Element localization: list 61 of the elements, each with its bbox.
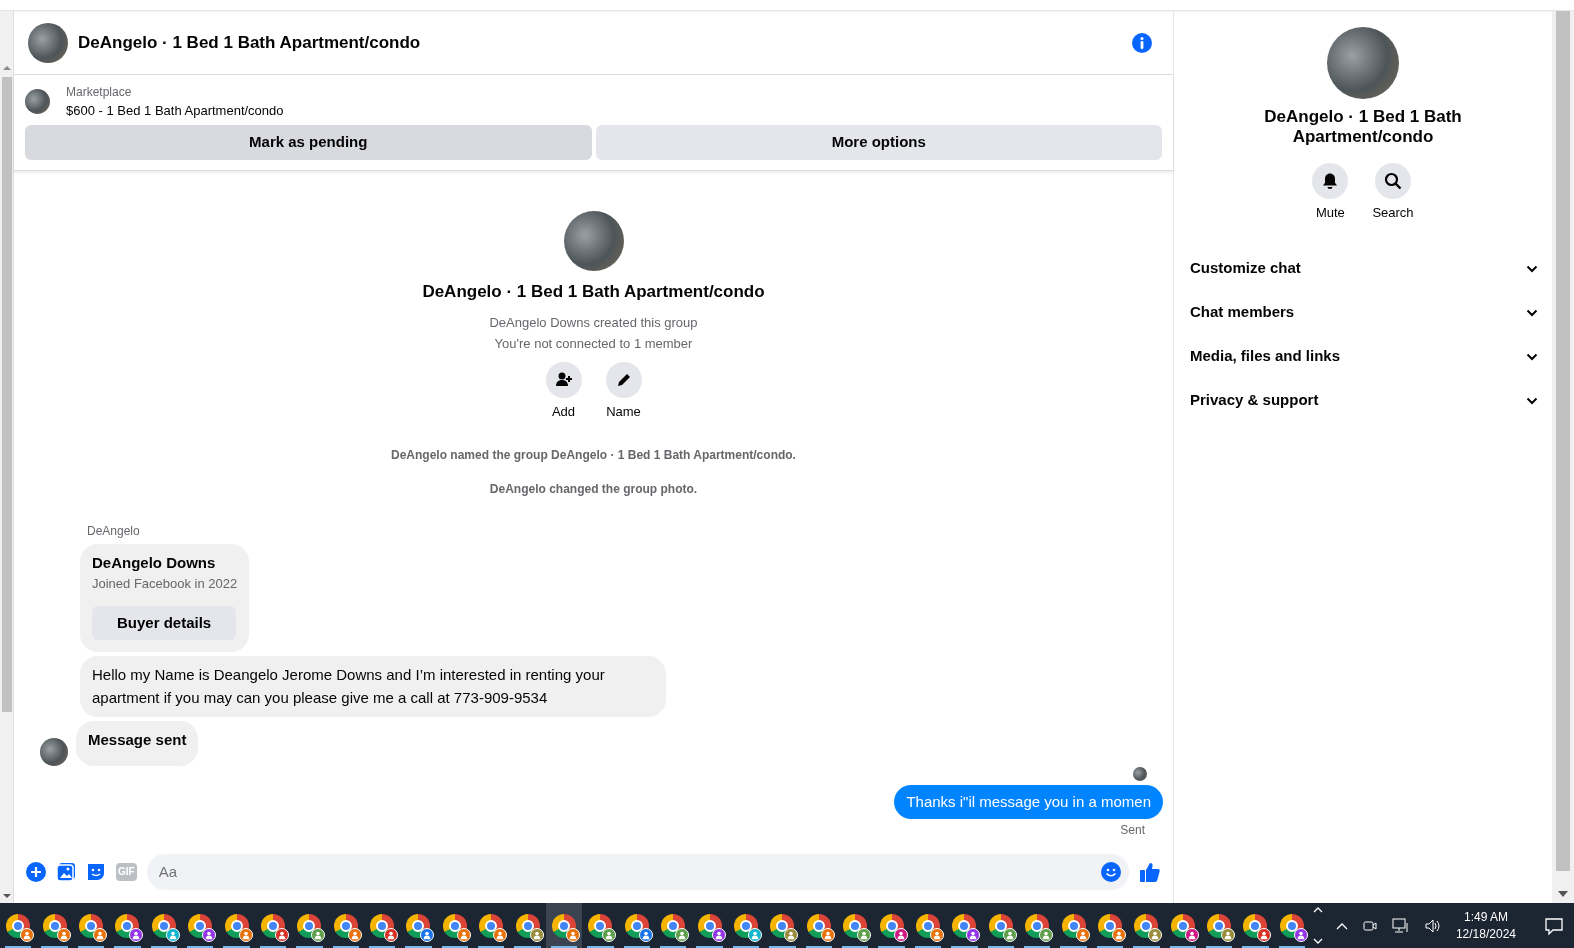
- search-button[interactable]: [1375, 163, 1411, 199]
- section-header[interactable]: Chat members: [1174, 290, 1552, 335]
- network-icon[interactable]: [1391, 917, 1410, 934]
- smiley-icon: [1101, 862, 1121, 882]
- thumbs-up-icon: [1139, 861, 1161, 883]
- message-bubble: Message sent: [76, 721, 199, 766]
- sticker-button[interactable]: [86, 862, 106, 882]
- message-status: Sent: [1120, 822, 1145, 839]
- group-photo-placeholder: [28, 22, 68, 63]
- read-receipt-avatar: [1133, 766, 1147, 781]
- system-event-text: DeAngelo named the group DeAngelo · 1 Bed 1 Bath Apartment/condo.: [390, 446, 797, 464]
- system-event-text: DeAngelo changed the group photo.: [488, 480, 699, 498]
- clock-time[interactable]: 1:49 AM: [1455, 908, 1516, 926]
- scrollbar-thumb[interactable]: [1, 77, 12, 712]
- group-info-text: DeAngelo Downs created this group: [489, 314, 698, 332]
- notification-icon[interactable]: [1544, 915, 1564, 936]
- photo-icon: [56, 862, 76, 882]
- section-header[interactable]: Customize chat: [1174, 246, 1552, 291]
- add-member-button[interactable]: [545, 362, 582, 398]
- more-options-button[interactable]: More options: [595, 124, 1162, 160]
- name-group-button[interactable]: [605, 362, 642, 398]
- clock-date[interactable]: 12/18/2024: [1455, 925, 1516, 943]
- buyer-details-button[interactable]: Buyer details: [92, 605, 237, 640]
- group-title: DeAngelo · 1 Bed 1 Bath Apartment/condo: [422, 280, 765, 303]
- add-button[interactable]: [26, 862, 46, 882]
- message-input-field[interactable]: Aa: [146, 854, 1129, 890]
- listing-source[interactable]: Marketplace: [66, 83, 284, 101]
- sender-name: DeAngelo: [87, 522, 141, 540]
- message-bubble: Hello my Name is Deangelo Jerome Downs and I’m interested in renting your apartment if you may can you please give me a call at 773-909-9534: [80, 656, 666, 717]
- action-label: Mute: [1315, 204, 1345, 222]
- chat-title: DeAngelo · 1 Bed 1 Bath Apartment/condo: [78, 31, 422, 54]
- info-icon[interactable]: [1131, 31, 1153, 54]
- search-icon: [1384, 172, 1402, 190]
- group-title: DeAngelo · 1 Bed 1 Bath Apartment/condo: [1263, 107, 1463, 147]
- outgoing-message-bubble: Thanks i"il message you in a momen: [894, 784, 1163, 819]
- scroll-down-arrow-icon[interactable]: [1558, 891, 1568, 897]
- section-header[interactable]: Media, files and links: [1174, 334, 1552, 379]
- scrollbar-thumb[interactable]: [1556, 11, 1570, 871]
- bell-icon: [1321, 172, 1340, 190]
- action-label: Add: [551, 403, 576, 421]
- scroll-down-arrow-icon[interactable]: [2, 893, 11, 899]
- add-person-icon: [554, 371, 573, 389]
- action-label: Name: [606, 403, 641, 421]
- avatar-placeholder: [40, 737, 68, 766]
- like-button[interactable]: [1139, 861, 1161, 883]
- mute-button[interactable]: [1312, 163, 1349, 199]
- listing-title[interactable]: $600 - 1 Bed 1 Bath Apartment/condo: [66, 101, 284, 121]
- mark-pending-button[interactable]: Mark as pending: [25, 124, 592, 160]
- profile-name: DeAngelo Downs: [92, 552, 217, 573]
- taskbar-app[interactable]: [545, 903, 583, 948]
- action-label: Search: [1372, 204, 1414, 222]
- volume-icon[interactable]: [1423, 917, 1442, 934]
- profile-detail: Joined Facebook in 2022: [92, 575, 238, 593]
- plus-icon: [26, 862, 46, 882]
- emoji-button[interactable]: [1101, 862, 1121, 882]
- photo-button[interactable]: [56, 862, 76, 882]
- sticker-icon: [86, 862, 106, 882]
- chevron-up-icon[interactable]: [1335, 921, 1348, 930]
- group-info-text: You're not connected to 1 member: [494, 335, 693, 353]
- section-header[interactable]: Privacy & support: [1174, 378, 1552, 423]
- listing-photo-placeholder: [25, 89, 50, 115]
